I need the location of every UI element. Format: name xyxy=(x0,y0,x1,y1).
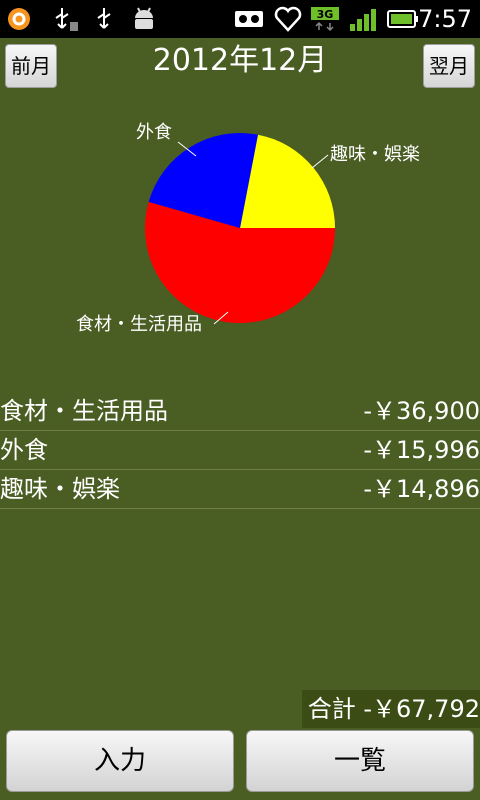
list-item[interactable]: 外食 -￥15,996 xyxy=(0,431,480,470)
category-amount: -￥36,900 xyxy=(363,397,480,425)
total-label: 合計 xyxy=(307,695,356,723)
category-amount: -￥14,896 xyxy=(363,475,480,503)
signal-icon xyxy=(350,9,376,31)
status-bar: 3G 7:57 xyxy=(0,0,480,38)
list-item[interactable]: 食材・生活用品 -￥36,900 xyxy=(0,392,480,431)
pie-label-hobby: 趣味・娯楽 xyxy=(330,144,420,165)
total-amount: -￥67,792 xyxy=(363,695,480,723)
3g-icon: 3G xyxy=(311,7,339,32)
total-summary: 合計 -￥67,792 xyxy=(301,690,480,728)
category-list: 食材・生活用品 -￥36,900 外食 -￥15,996 趣味・娯楽 -￥14,… xyxy=(0,392,480,509)
month-header: 前月 2012年12月 翌月 xyxy=(0,38,480,98)
pie-label-dining: 外食 xyxy=(136,122,172,143)
notification-ring-icon xyxy=(8,8,30,30)
usb-icon xyxy=(55,8,78,31)
category-name: 趣味・娯楽 xyxy=(0,475,120,503)
usb-icon xyxy=(97,8,111,29)
month-title: 2012年12月 xyxy=(152,43,328,78)
category-pie-chart: 趣味・娯楽 外食食材・生活用品 xyxy=(0,98,480,368)
category-name: 食材・生活用品 xyxy=(0,397,168,425)
list-item[interactable]: 趣味・娯楽 -￥14,896 xyxy=(0,470,480,509)
pie-leader-line xyxy=(311,154,329,169)
pie-chart-svg: 趣味・娯楽 外食食材・生活用品 xyxy=(76,122,420,335)
next-month-button[interactable]: 翌月 xyxy=(423,44,475,88)
network-type-label: 3G xyxy=(317,8,334,21)
list-view-button[interactable]: 一覧 xyxy=(246,730,474,792)
input-button[interactable]: 入力 xyxy=(6,730,234,792)
heart-icon xyxy=(274,6,302,32)
battery-icon xyxy=(387,10,418,28)
category-amount: -￥15,996 xyxy=(363,436,480,464)
android-icon xyxy=(135,7,153,29)
pie-label-groceries: 食材・生活用品 xyxy=(76,314,202,335)
voicemail-icon xyxy=(235,11,263,27)
clock: 7:57 xyxy=(418,5,472,33)
category-name: 外食 xyxy=(0,436,48,464)
